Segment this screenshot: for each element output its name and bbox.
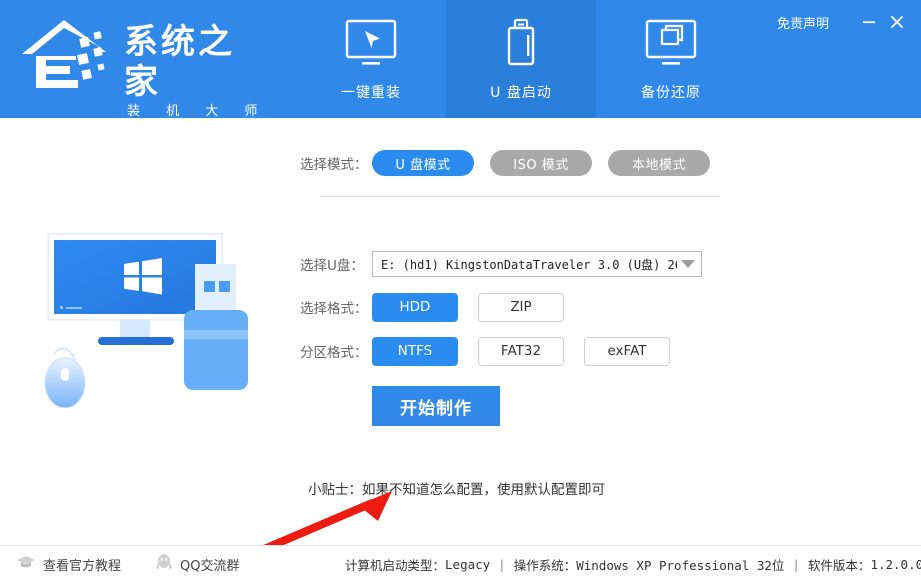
tab-label: 一键重装 <box>341 85 401 101</box>
cursor-screen-icon <box>340 18 402 72</box>
form-divider <box>320 196 720 197</box>
chevron-down-icon <box>681 260 695 268</box>
logo-title: 系统之家 <box>124 22 235 102</box>
title-bar: 系统之家 装 机 大 师 一键重装 U 盘启动 备份还原 免责声明 <box>0 0 921 118</box>
status-link-label: 查看官方教程 <box>43 558 122 574</box>
pc-monitor-usb-mouse-illustration <box>28 218 298 409</box>
status-link-qq-group[interactable]: QQ交流群 <box>155 553 239 576</box>
usb-boot-form: 选择模式： U 盘模式 ISO 模式 本地模式 选择U盘： E: (hd1) K… <box>300 146 730 498</box>
status-separator: | <box>498 556 506 572</box>
logo-text-block: 系统之家 装 机 大 师 <box>124 22 270 118</box>
status-link-label: QQ交流群 <box>180 558 240 574</box>
usb-drive-icon <box>490 18 552 72</box>
app-window: 系统之家 装 机 大 师 一键重装 U 盘启动 备份还原 免责声明 选择模式： … <box>0 0 921 582</box>
boot-type-label: 计算机启动类型： <box>345 557 446 573</box>
start-button-wrap: 开始制作 <box>300 386 730 426</box>
disclaimer-link[interactable]: 免责声明 <box>777 13 829 32</box>
status-info: 计算机启动类型： Legacy | 操作系统： Windows XP Profe… <box>345 546 921 582</box>
os-value: Windows XP Professional 32位 <box>576 557 785 573</box>
app-logo: 系统之家 装 机 大 师 <box>20 12 270 118</box>
tab-backup-restore[interactable]: 备份还原 <box>596 0 746 118</box>
format-option-hdd[interactable]: HDD <box>372 292 458 322</box>
main-tabs: 一键重装 U 盘启动 备份还原 <box>296 0 746 118</box>
usb-label: 选择U盘： <box>300 258 364 274</box>
partition-option-ntfs[interactable]: NTFS <box>372 336 458 366</box>
usb-select-row: 选择U盘： E: (hd1) KingstonDataTraveler 3.0 … <box>300 250 730 278</box>
status-separator: | <box>792 556 800 572</box>
house-pixel-logo-icon <box>20 14 116 96</box>
minimize-icon[interactable] <box>855 10 883 34</box>
tab-one-click-reinstall[interactable]: 一键重装 <box>296 0 446 118</box>
boot-type-value: Legacy <box>445 556 491 572</box>
tab-usb-boot[interactable]: U 盘启动 <box>446 0 596 118</box>
status-link-tutorial[interactable]: 查看官方教程 <box>16 554 121 575</box>
tip-text: 小贴士：如果不知道怎么配置，使用默认配置即可 <box>308 482 605 498</box>
version-value: 1.2.0.0 <box>870 556 921 572</box>
tab-label: U 盘启动 <box>490 85 552 101</box>
format-select-row: 选择格式： HDD ZIP <box>300 292 730 322</box>
mode-select-row: 选择模式： U 盘模式 ISO 模式 本地模式 <box>300 146 730 180</box>
os-label: 操作系统： <box>513 557 577 573</box>
window-controls: 免责声明 <box>777 10 911 34</box>
mode-option-local[interactable]: 本地模式 <box>608 150 710 176</box>
tab-label: 备份还原 <box>641 85 701 101</box>
usb-select-input[interactable]: E: (hd1) KingstonDataTraveler 3.0 (U盘) 2… <box>372 251 702 277</box>
backup-windows-icon <box>640 18 702 72</box>
partition-select-row: 分区格式： NTFS FAT32 exFAT <box>300 336 730 366</box>
graduation-cap-icon <box>16 554 36 575</box>
format-label: 选择格式： <box>300 301 368 317</box>
qq-penguin-icon <box>155 553 173 576</box>
partition-option-exfat[interactable]: exFAT <box>584 336 670 366</box>
version-label: 软件版本： <box>807 557 871 573</box>
start-make-button[interactable]: 开始制作 <box>372 386 500 426</box>
main-content: 选择模式： U 盘模式 ISO 模式 本地模式 选择U盘： E: (hd1) K… <box>0 118 921 577</box>
usb-select-value: E: (hd1) KingstonDataTraveler 3.0 (U盘) 2… <box>381 257 677 272</box>
status-links: 查看官方教程 QQ交流群 <box>0 553 273 576</box>
mode-label: 选择模式： <box>300 157 368 173</box>
partition-label: 分区格式： <box>300 345 368 361</box>
logo-subtitle: 装 机 大 师 <box>127 104 269 118</box>
partition-option-fat32[interactable]: FAT32 <box>478 336 564 366</box>
mode-option-usb[interactable]: U 盘模式 <box>372 150 474 176</box>
status-bar: 查看官方教程 QQ交流群 计算机启动类型： Legacy | 操作系统： Win… <box>0 545 921 582</box>
mode-option-iso[interactable]: ISO 模式 <box>490 150 592 176</box>
close-icon[interactable] <box>883 10 911 34</box>
format-option-zip[interactable]: ZIP <box>478 292 564 322</box>
